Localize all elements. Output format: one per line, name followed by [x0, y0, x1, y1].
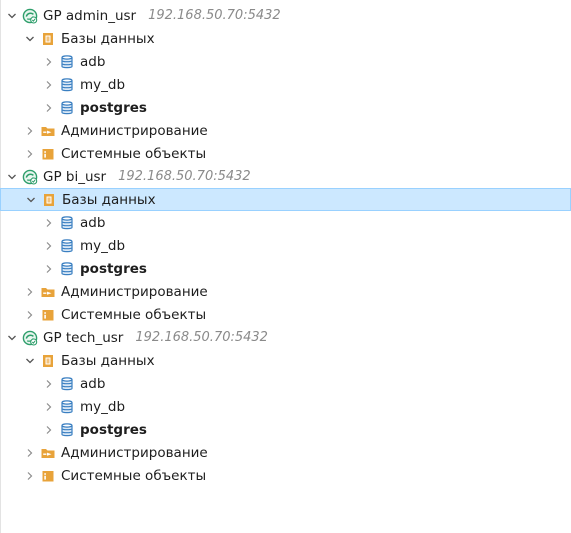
- chevron-right-icon[interactable]: [24, 148, 36, 160]
- connection-name: GP bi_usr: [43, 168, 107, 185]
- folder-label: Системные объекты: [61, 306, 207, 323]
- database-folder-icon: [40, 31, 56, 47]
- database-folder-icon: [41, 192, 57, 208]
- greenplum-connection-icon: [22, 169, 38, 185]
- database-label: postgres: [80, 421, 147, 438]
- chevron-right-icon[interactable]: [24, 309, 36, 321]
- database-label: my_db: [80, 237, 126, 254]
- admin-folder-icon: [40, 284, 56, 300]
- database-icon: [59, 422, 75, 438]
- database-icon: [59, 238, 75, 254]
- system-objects-folder-icon: [40, 468, 56, 484]
- folder-label: Системные объекты: [61, 467, 207, 484]
- folder-label: Базы данных: [62, 191, 156, 208]
- database-icon: [59, 399, 75, 415]
- chevron-right-icon[interactable]: [43, 378, 55, 390]
- chevron-right-icon[interactable]: [43, 263, 55, 275]
- chevron-down-icon[interactable]: [24, 33, 36, 45]
- database-label: my_db: [80, 398, 126, 415]
- databases-folder-node[interactable]: Базы данных: [0, 188, 571, 211]
- database-navigator-tree[interactable]: GP admin_usr 192.168.50.70:5432 Базы данны…: [0, 4, 571, 487]
- chevron-right-icon[interactable]: [43, 102, 55, 114]
- chevron-right-icon[interactable]: [24, 470, 36, 482]
- connection-address: 192.168.50.70:5432: [148, 8, 281, 23]
- administration-folder-node[interactable]: Администрирование: [0, 119, 571, 142]
- connection-name: GP tech_usr: [43, 329, 124, 346]
- system-objects-folder-node[interactable]: Системные объекты: [0, 464, 571, 487]
- system-objects-folder-icon: [40, 146, 56, 162]
- folder-label: Базы данных: [61, 30, 155, 47]
- greenplum-connection-icon: [22, 8, 38, 24]
- database-node[interactable]: postgres: [0, 257, 571, 280]
- database-node[interactable]: adb: [0, 372, 571, 395]
- connection-address: 192.168.50.70:5432: [135, 330, 268, 345]
- chevron-right-icon[interactable]: [43, 79, 55, 91]
- database-icon: [59, 376, 75, 392]
- chevron-down-icon[interactable]: [6, 332, 18, 344]
- greenplum-connection-icon: [22, 330, 38, 346]
- connection-node[interactable]: GP bi_usr 192.168.50.70:5432: [0, 165, 571, 188]
- connection-address: 192.168.50.70:5432: [118, 169, 251, 184]
- chevron-down-icon[interactable]: [24, 355, 36, 367]
- chevron-right-icon[interactable]: [24, 286, 36, 298]
- database-node[interactable]: postgres: [0, 96, 571, 119]
- folder-label: Администрирование: [61, 444, 208, 461]
- database-icon: [59, 77, 75, 93]
- admin-folder-icon: [40, 123, 56, 139]
- chevron-down-icon[interactable]: [25, 194, 37, 206]
- folder-label: Базы данных: [61, 352, 155, 369]
- system-objects-folder-node[interactable]: Системные объекты: [0, 303, 571, 326]
- connection-name: GP admin_usr: [43, 7, 137, 24]
- database-node[interactable]: postgres: [0, 418, 571, 441]
- database-folder-icon: [40, 353, 56, 369]
- folder-label: Администрирование: [61, 283, 208, 300]
- chevron-right-icon[interactable]: [43, 424, 55, 436]
- database-label: adb: [80, 53, 106, 70]
- system-objects-folder-icon: [40, 307, 56, 323]
- databases-folder-node[interactable]: Базы данных: [0, 27, 571, 50]
- databases-folder-node[interactable]: Базы данных: [0, 349, 571, 372]
- administration-folder-node[interactable]: Администрирование: [0, 441, 571, 464]
- database-label: adb: [80, 214, 106, 231]
- database-node[interactable]: my_db: [0, 234, 571, 257]
- connection-node[interactable]: GP tech_usr 192.168.50.70:5432: [0, 326, 571, 349]
- database-icon: [59, 100, 75, 116]
- database-label: adb: [80, 375, 106, 392]
- database-icon: [59, 261, 75, 277]
- database-node[interactable]: my_db: [0, 395, 571, 418]
- chevron-right-icon[interactable]: [24, 447, 36, 459]
- chevron-right-icon[interactable]: [43, 217, 55, 229]
- chevron-right-icon[interactable]: [43, 401, 55, 413]
- chevron-right-icon[interactable]: [43, 56, 55, 68]
- database-label: postgres: [80, 260, 147, 277]
- database-label: my_db: [80, 76, 126, 93]
- chevron-down-icon[interactable]: [6, 10, 18, 22]
- database-label: postgres: [80, 99, 147, 116]
- chevron-down-icon[interactable]: [6, 171, 18, 183]
- database-node[interactable]: my_db: [0, 73, 571, 96]
- connection-node[interactable]: GP admin_usr 192.168.50.70:5432: [0, 4, 571, 27]
- database-icon: [59, 54, 75, 70]
- system-objects-folder-node[interactable]: Системные объекты: [0, 142, 571, 165]
- chevron-right-icon[interactable]: [43, 240, 55, 252]
- admin-folder-icon: [40, 445, 56, 461]
- database-node[interactable]: adb: [0, 211, 571, 234]
- folder-label: Администрирование: [61, 122, 208, 139]
- database-icon: [59, 215, 75, 231]
- database-node[interactable]: adb: [0, 50, 571, 73]
- administration-folder-node[interactable]: Администрирование: [0, 280, 571, 303]
- folder-label: Системные объекты: [61, 145, 207, 162]
- chevron-right-icon[interactable]: [24, 125, 36, 137]
